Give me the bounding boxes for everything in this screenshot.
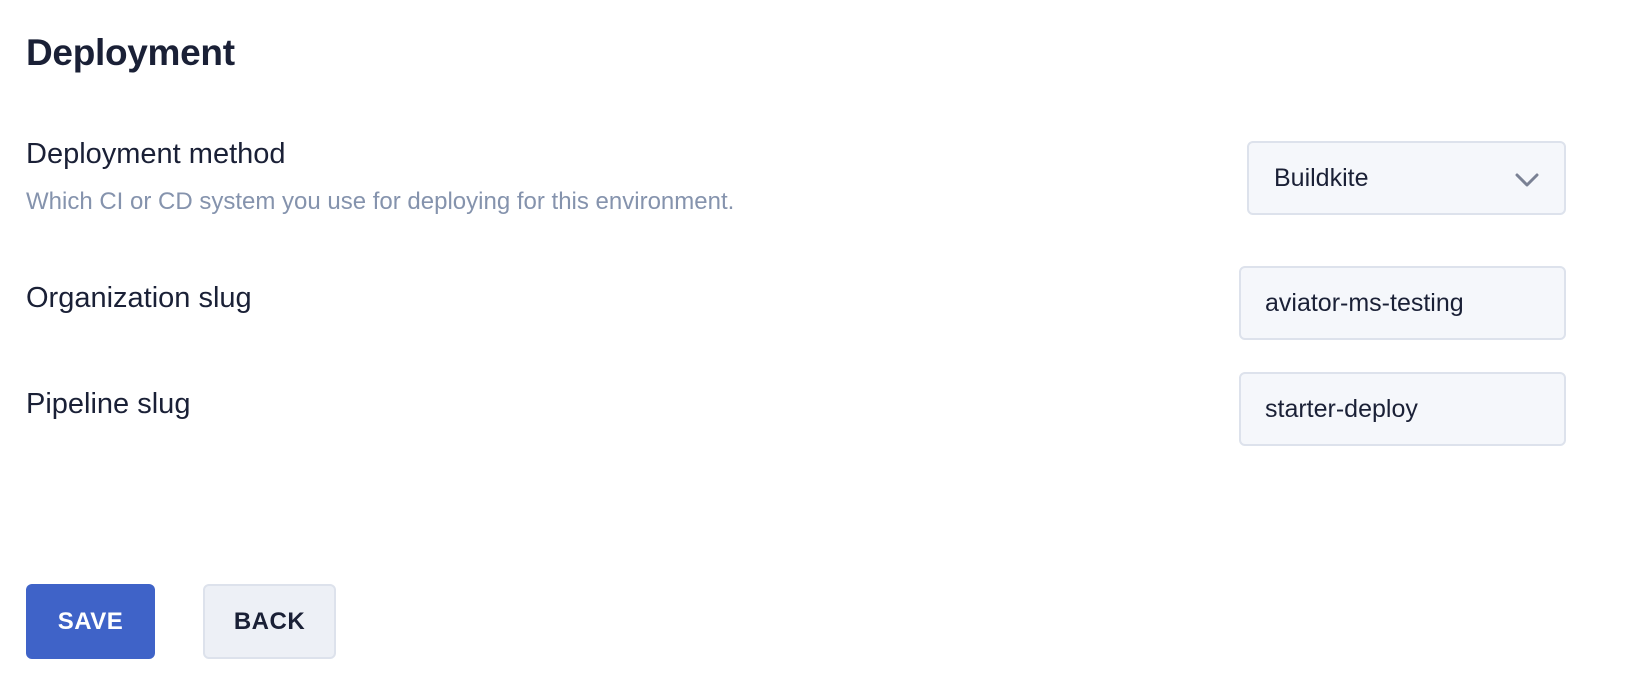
organization-slug-label: Organization slug bbox=[26, 282, 252, 314]
deployment-method-select[interactable]: Buildkite bbox=[1247, 141, 1566, 215]
organization-slug-input[interactable] bbox=[1239, 266, 1566, 340]
back-button[interactable]: BACK bbox=[203, 584, 336, 659]
pipeline-slug-input[interactable] bbox=[1239, 372, 1566, 446]
chevron-down-icon bbox=[1515, 173, 1539, 187]
deployment-method-selected-value: Buildkite bbox=[1274, 164, 1369, 192]
deployment-method-help: Which CI or CD system you use for deploy… bbox=[26, 188, 735, 215]
save-button[interactable]: SAVE bbox=[26, 584, 155, 659]
deployment-method-label: Deployment method bbox=[26, 138, 286, 170]
page-title: Deployment bbox=[26, 32, 235, 73]
pipeline-slug-label: Pipeline slug bbox=[26, 388, 191, 420]
